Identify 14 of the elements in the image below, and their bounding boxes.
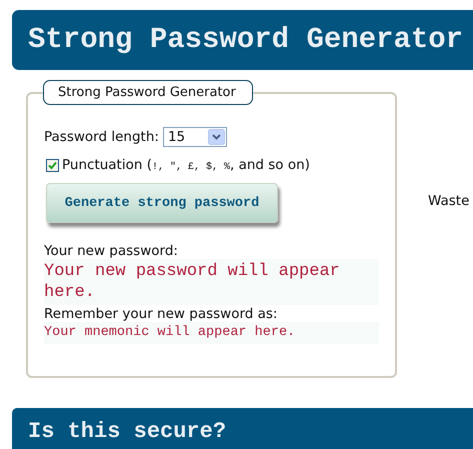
password-label: Your new password: <box>44 243 179 259</box>
length-label: Password length: <box>44 129 159 145</box>
panel-legend: Strong Password Generator <box>43 80 253 105</box>
punctuation-label: Punctuation (!, ", £, $, %, and so on) <box>62 157 310 173</box>
punctuation-checkbox[interactable] <box>46 158 59 172</box>
dropdown-icon <box>208 129 225 145</box>
side-text: Waste <box>428 193 470 211</box>
length-select[interactable]: 15 <box>162 127 227 147</box>
generate-button[interactable]: Generate strong password <box>46 183 278 223</box>
section-title: Is this secure? <box>28 420 226 444</box>
page-title: Strong Password Generator <box>28 22 464 58</box>
password-output: Your new password will appear here. <box>44 259 379 305</box>
mnemonic-label: Remember your new password as: <box>44 306 278 322</box>
mnemonic-output: Your mnemonic will appear here. <box>44 322 379 344</box>
